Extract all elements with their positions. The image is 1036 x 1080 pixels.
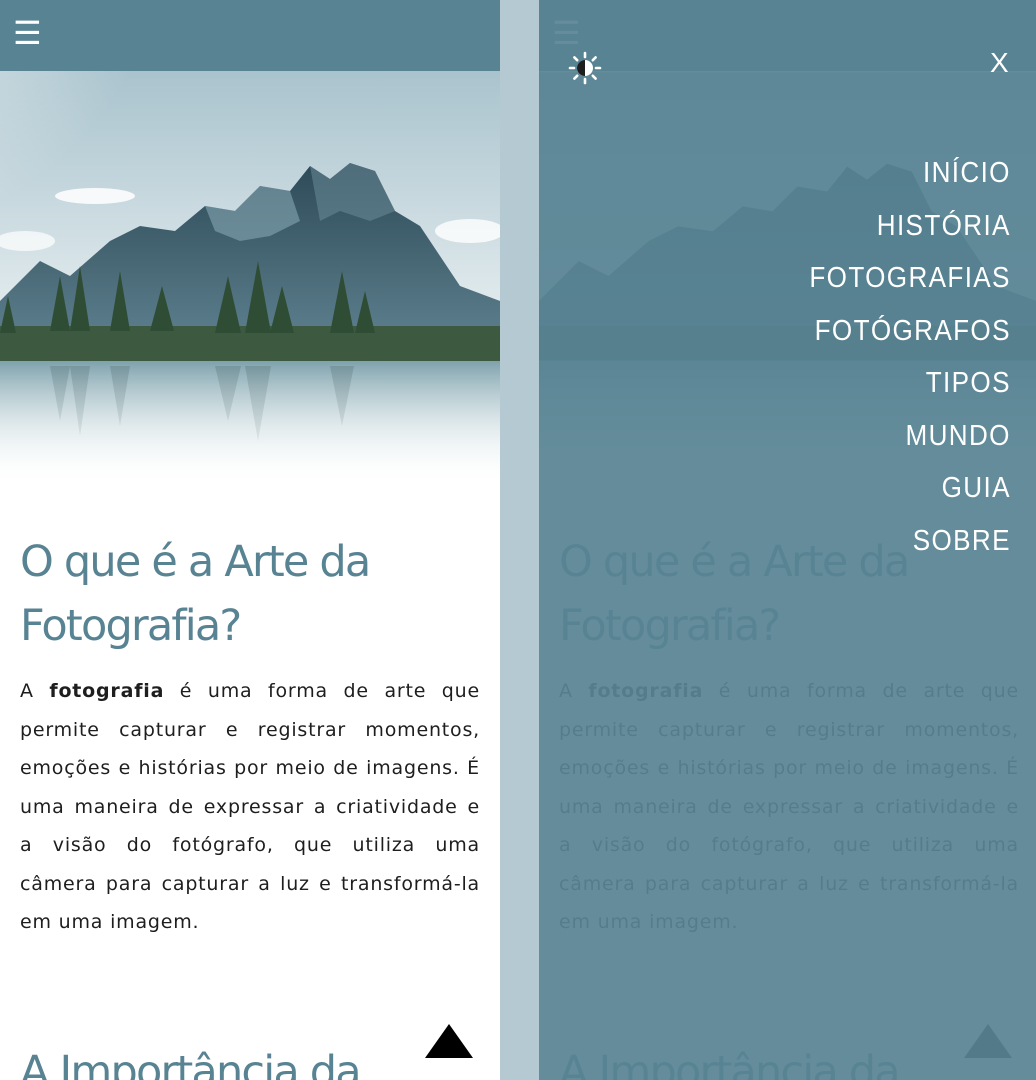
nav-item-historia[interactable]: HISTÓRIA (810, 200, 1011, 253)
nav-item-inicio[interactable]: INÍCIO (810, 147, 1011, 200)
sun-icon[interactable] (567, 50, 603, 86)
nav-menu: INÍCIO HISTÓRIA FOTOGRAFIAS FOTÓGRAFOS T… (787, 147, 1011, 567)
hero-image (0, 71, 500, 486)
page-view-menu-open: ☰ O que é a Arte da Fotografia? A fotogr… (539, 0, 1036, 1080)
intro-paragraph: A fotografia é uma forma de arte que per… (20, 672, 480, 942)
intro-prefix: A (20, 680, 50, 702)
navigation-menu-overlay: X INÍCIO HISTÓRIA FOTOGRAFIAS FOTÓGRAFOS… (539, 0, 1036, 1080)
hamburger-menu-icon[interactable]: ☰ (13, 16, 42, 50)
intro-term: fotografia (49, 680, 165, 702)
close-menu-button[interactable]: X (990, 46, 1009, 80)
nav-item-sobre[interactable]: SOBRE (810, 515, 1011, 568)
page-view: ☰ O que é a Arte da Fotografia? A fotogr… (0, 0, 500, 1080)
page-title: O que é a Arte da Fotografia? (20, 537, 371, 651)
back-to-top-icon[interactable] (425, 1024, 473, 1058)
nav-item-tipos[interactable]: TIPOS (810, 357, 1011, 410)
section-heading: A Importância da (20, 1047, 362, 1080)
top-bar: ☰ (0, 0, 500, 71)
article-content: O que é a Arte da Fotografia? A fotograf… (20, 530, 480, 942)
nav-item-mundo[interactable]: MUNDO (810, 410, 1011, 463)
nav-item-fotografos[interactable]: FOTÓGRAFOS (810, 305, 1011, 358)
nav-item-fotografias[interactable]: FOTOGRAFIAS (810, 252, 1011, 305)
mountain-lake-image (0, 71, 500, 486)
intro-text: é uma forma de arte que permite capturar… (20, 680, 480, 933)
nav-item-guia[interactable]: GUIA (810, 462, 1011, 515)
